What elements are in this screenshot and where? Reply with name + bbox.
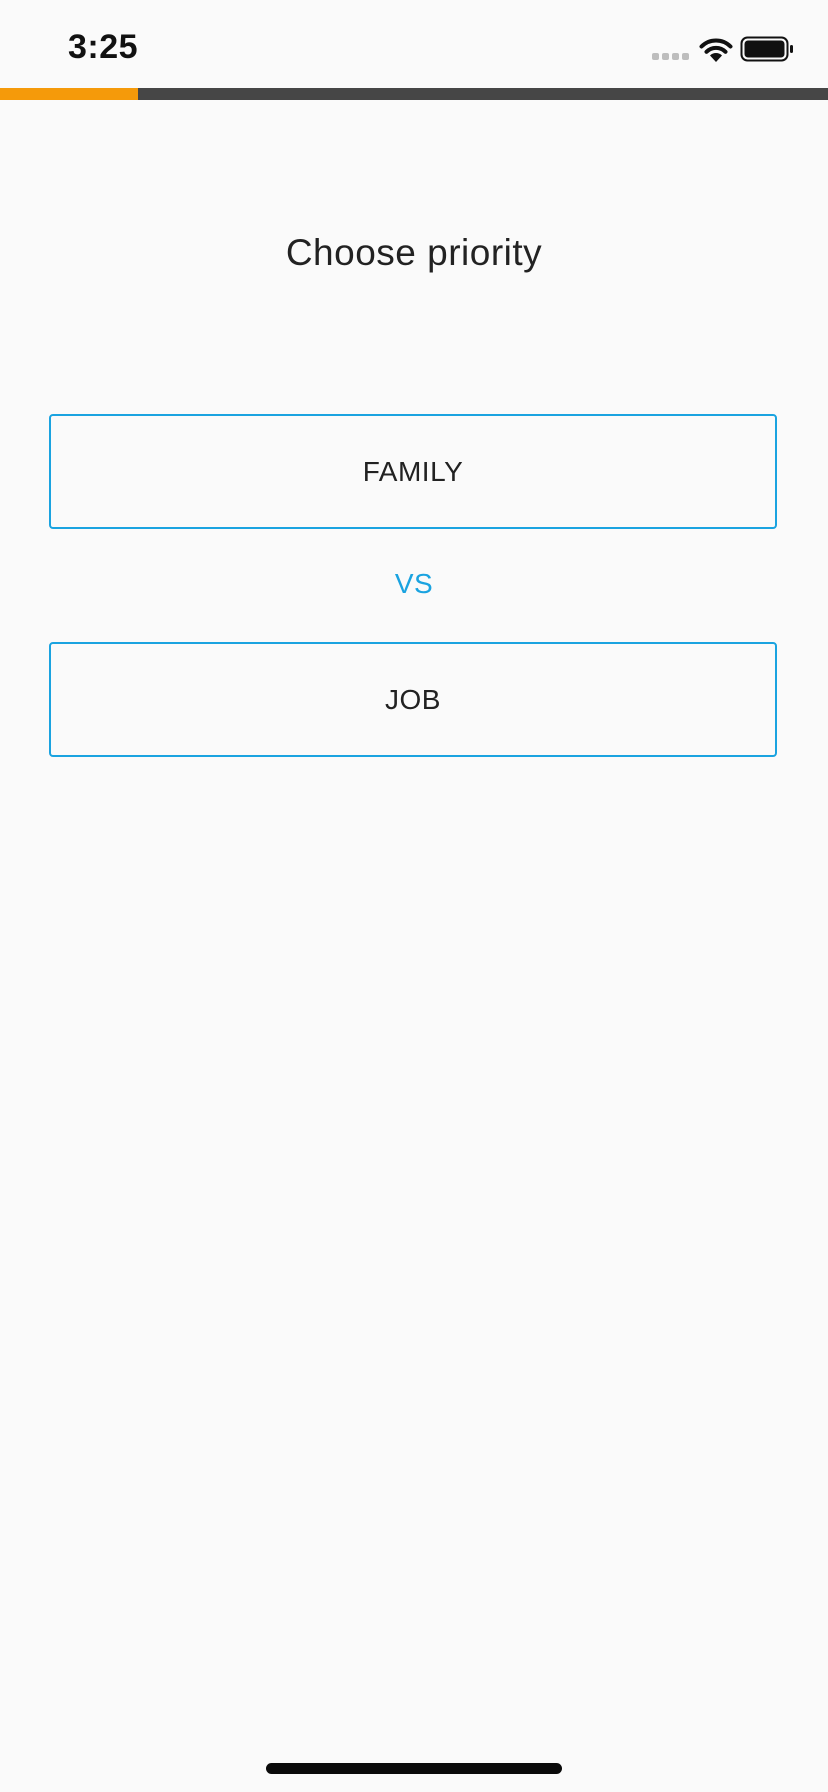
wifi-icon (699, 38, 733, 62)
progress-bar (0, 88, 828, 100)
option-family-button[interactable]: FAMILY (49, 414, 777, 529)
status-bar: 3:25 (0, 0, 828, 88)
cellular-signal-icon (652, 53, 689, 60)
home-indicator[interactable] (266, 1763, 562, 1774)
versus-label: VS (394, 568, 434, 599)
battery-icon (740, 36, 793, 62)
status-time: 3:25 (68, 28, 139, 66)
page-title: Choose priority (285, 232, 543, 273)
progress-bar-fill (0, 88, 139, 100)
option-job-button[interactable]: JOB (49, 642, 777, 757)
